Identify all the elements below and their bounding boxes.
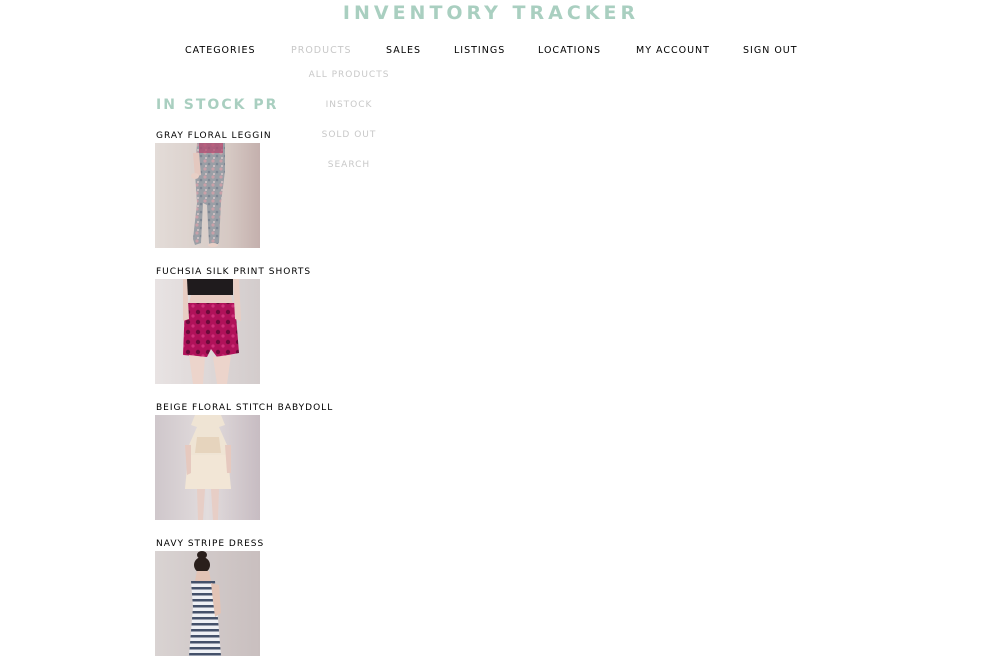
main-nav: CATEGORIES PRODUCTS SALES LISTINGS LOCAT… (0, 45, 982, 59)
product-photo[interactable] (155, 143, 260, 248)
nav-sales[interactable]: SALES (386, 45, 421, 56)
product-item: BEIGE FLORAL STITCH BABYDOLL (155, 402, 333, 520)
product-item: NAVY STRIPE DRESS (155, 538, 264, 656)
page-title: IN STOCK PR (156, 97, 279, 113)
menu-item-search[interactable]: SEARCH (276, 160, 422, 170)
nav-categories[interactable]: CATEGORIES (185, 45, 255, 56)
menu-item-all-products[interactable]: ALL PRODUCTS (276, 70, 422, 80)
product-name[interactable]: GRAY FLORAL LEGGIN (155, 130, 272, 142)
nav-sign-out[interactable]: SIGN OUT (743, 45, 798, 56)
menu-item-sold-out[interactable]: SOLD OUT (276, 130, 422, 140)
product-item: GRAY FLORAL LEGGIN (155, 130, 272, 248)
product-name[interactable]: FUCHSIA SILK PRINT SHORTS (155, 266, 311, 278)
product-name[interactable]: BEIGE FLORAL STITCH BABYDOLL (155, 402, 333, 414)
menu-item-instock[interactable]: INSTOCK (276, 100, 422, 110)
products-dropdown-menu: ALL PRODUCTS INSTOCK SOLD OUT SEARCH (276, 63, 422, 183)
nav-locations[interactable]: LOCATIONS (538, 45, 601, 56)
nav-listings[interactable]: LISTINGS (454, 45, 505, 56)
product-item: FUCHSIA SILK PRINT SHORTS (155, 266, 311, 384)
product-photo[interactable] (155, 415, 260, 520)
site-title: INVENTORY TRACKER (342, 2, 640, 24)
product-photo[interactable] (155, 279, 260, 384)
nav-my-account[interactable]: MY ACCOUNT (636, 45, 710, 56)
nav-products[interactable]: PRODUCTS (291, 45, 352, 56)
product-name[interactable]: NAVY STRIPE DRESS (155, 538, 264, 550)
product-photo[interactable] (155, 551, 260, 656)
